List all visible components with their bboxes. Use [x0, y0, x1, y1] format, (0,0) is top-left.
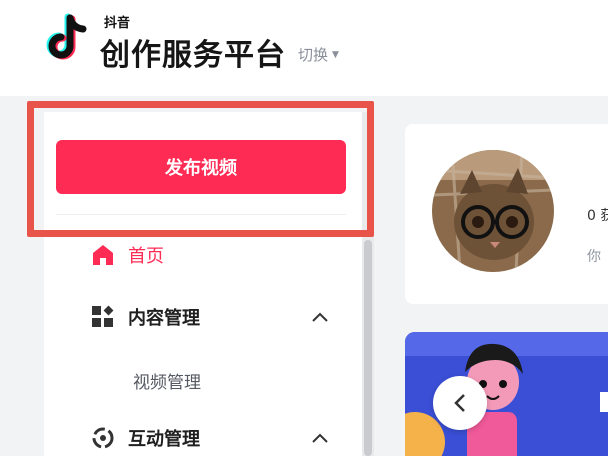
- douyin-logo-icon[interactable]: [40, 10, 96, 66]
- chevron-up-icon[interactable]: [311, 311, 329, 323]
- content-grid-icon: [92, 305, 114, 327]
- interaction-icon: [92, 427, 114, 449]
- sidebar-item-interaction[interactable]: 互动管理: [90, 425, 200, 451]
- sidebar-item-label: 互动管理: [128, 429, 200, 450]
- sidebar-item-home[interactable]: 首页: [90, 242, 164, 268]
- sidebar-subitem-video-management[interactable]: 视频管理: [133, 368, 201, 393]
- sidebar-item-label: 内容管理: [128, 308, 200, 329]
- sidebar-divider: [56, 214, 346, 215]
- top-header: 抖音 创作服务平台 切换 ▼: [0, 0, 608, 96]
- switch-label: 切换: [298, 46, 329, 64]
- follower-count-text: 0 获: [587, 208, 608, 224]
- sidebar-scrollbar[interactable]: [362, 112, 374, 456]
- avatar[interactable]: [432, 150, 554, 272]
- chevron-up-icon[interactable]: [311, 432, 329, 444]
- scrollbar-thumb[interactable]: [364, 240, 372, 456]
- switch-dropdown[interactable]: 切换 ▼: [298, 44, 339, 65]
- profile-hint-text: 你: [587, 249, 601, 265]
- carousel-prev-button[interactable]: [433, 376, 487, 430]
- brand-small-text: 抖音: [104, 16, 131, 31]
- caret-down-icon: ▼: [332, 49, 339, 60]
- cat-avatar-image: [432, 150, 554, 272]
- platform-title: 创作服务平台: [100, 38, 286, 73]
- publish-video-button[interactable]: 发布视频: [56, 140, 346, 194]
- home-icon: [93, 245, 113, 265]
- sidebar-item-label: 首页: [128, 246, 164, 267]
- sidebar-item-content[interactable]: 内容管理: [90, 304, 200, 330]
- chevron-left-icon: [454, 394, 465, 412]
